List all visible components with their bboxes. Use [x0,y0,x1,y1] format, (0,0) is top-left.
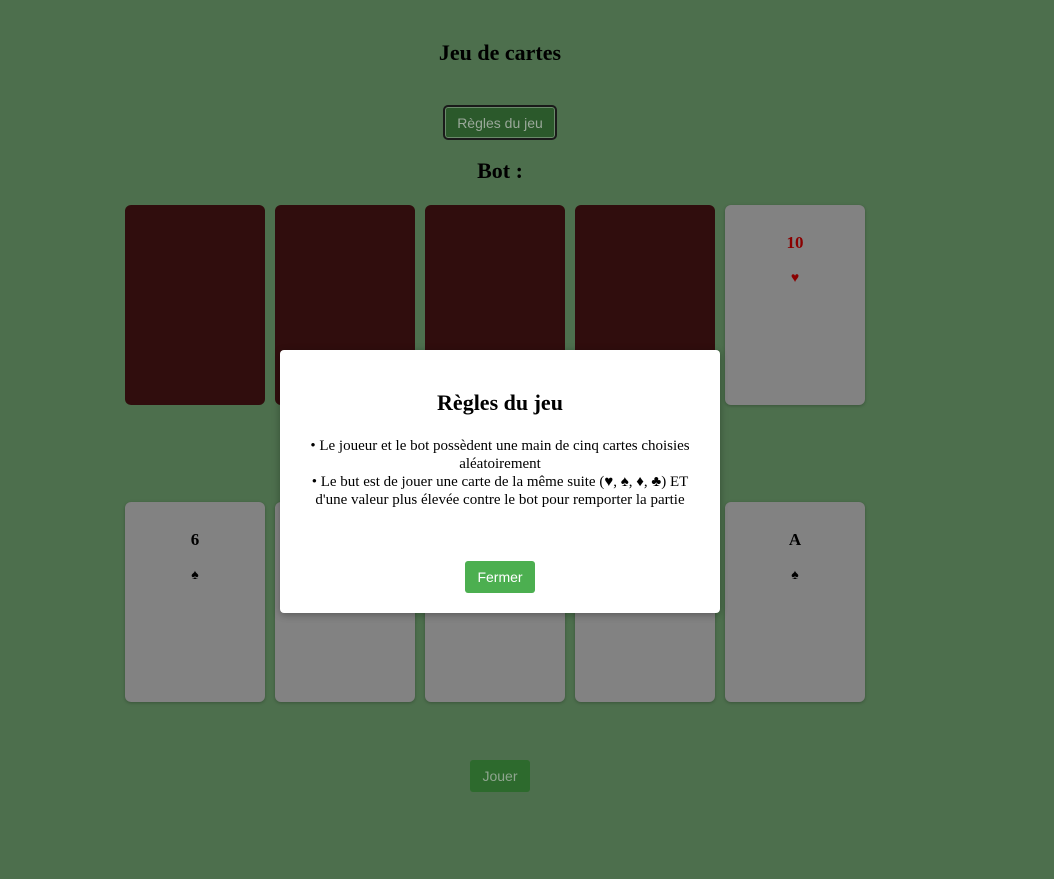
card-value: 10 [786,233,804,252]
bot-label: Bot : [477,158,523,183]
page-title: Jeu de cartes [438,40,562,65]
close-button[interactable]: Fermer [465,561,535,593]
bot-card-face: 10 ♥ [725,205,865,405]
card-value: A [788,530,802,549]
rule-text: • Le joueur et le bot possèdent une main… [310,438,690,472]
card-value: 6 [190,530,200,549]
spades-suit-icon: ♠ [791,568,799,583]
bot-card-back [125,205,265,405]
play-button[interactable]: Jouer [470,760,530,792]
modal-body: • Le joueur et le bot possèdent une main… [308,437,692,509]
player-card[interactable]: A ♠ [725,502,865,702]
rules-modal: Règles du jeu • Le joueur et le bot poss… [280,350,720,613]
spades-suit-icon: ♠ [191,568,199,583]
player-card[interactable]: 6 ♠ [125,502,265,702]
modal-title: Règles du jeu [437,390,563,415]
rule-text: • Le but est de jouer une carte de la mê… [311,474,689,508]
rules-button[interactable]: Règles du jeu [443,105,557,140]
hearts-suit-icon: ♥ [790,271,800,286]
